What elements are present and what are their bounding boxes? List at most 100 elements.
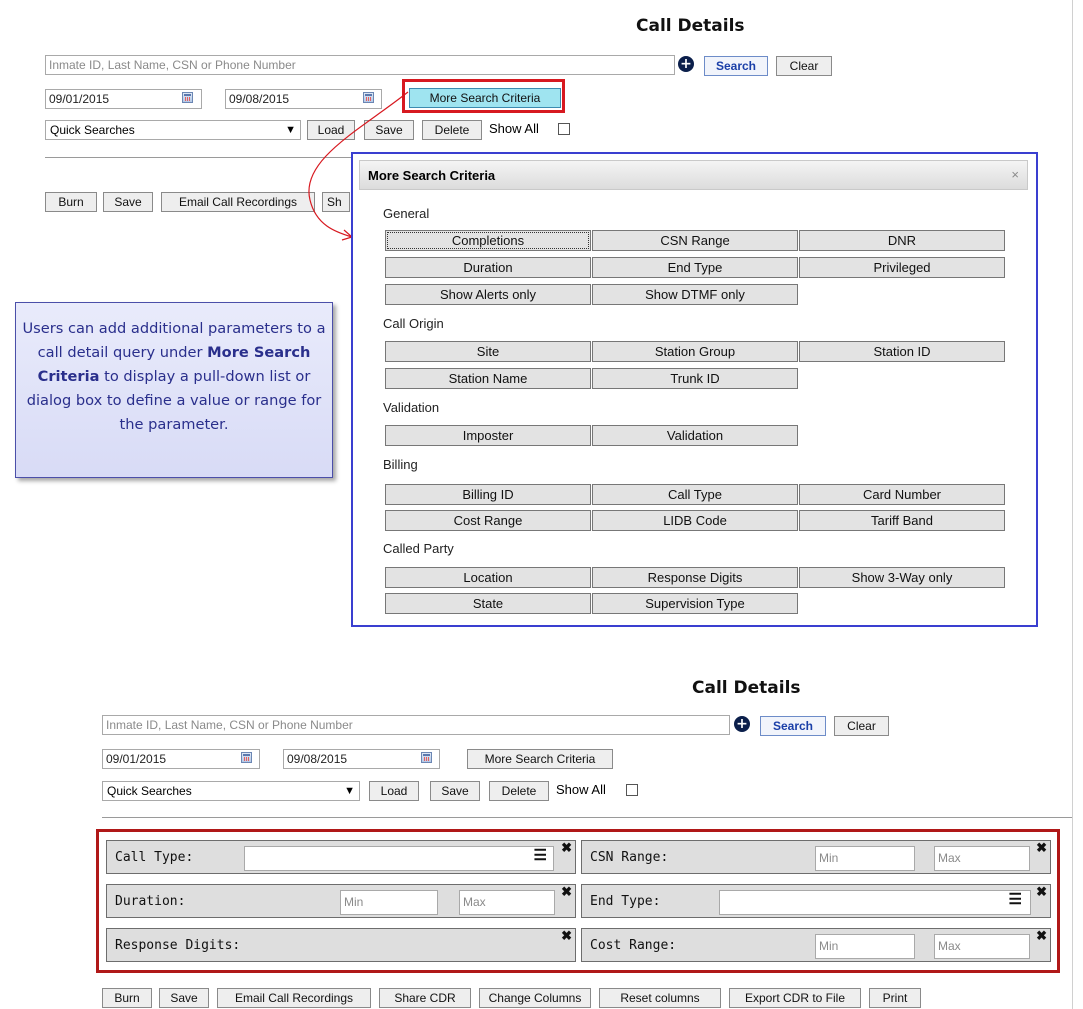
search-button[interactable]: Search [704, 56, 768, 76]
burn-button[interactable]: Burn [102, 988, 152, 1008]
filter-cost-range: Cost Range: Min Max ✖ [581, 928, 1051, 962]
calendar-icon[interactable] [182, 92, 193, 103]
remove-icon[interactable]: ✖ [561, 884, 572, 900]
quick-searches-select[interactable]: Quick Searches ▼ [102, 781, 360, 801]
cost-max-input[interactable]: Max [934, 934, 1030, 959]
highlight-box [402, 79, 565, 113]
search-input[interactable]: Inmate ID, Last Name, CSN or Phone Numbe… [102, 715, 730, 735]
remove-icon[interactable]: ✖ [1036, 840, 1047, 856]
divider [102, 817, 1072, 818]
section-validation: Validation [383, 400, 440, 415]
more-search-criteria-button[interactable]: More Search Criteria [467, 749, 613, 769]
criteria-response-digits[interactable]: Response Digits [592, 567, 798, 588]
plus-circle-icon[interactable]: + [678, 56, 694, 72]
section-general: General [383, 206, 430, 221]
end-date-input[interactable]: 09/08/2015 [283, 749, 440, 769]
duration-max-input[interactable]: Max [459, 890, 555, 915]
calendar-icon[interactable] [421, 752, 432, 763]
clear-button[interactable]: Clear [776, 56, 832, 76]
export-cdr-button[interactable]: Export CDR to File [729, 988, 861, 1008]
search-button[interactable]: Search [760, 716, 826, 736]
calendar-icon[interactable] [241, 752, 252, 763]
delete-button[interactable]: Delete [422, 120, 482, 140]
plus-circle-icon[interactable]: + [734, 716, 750, 732]
criteria-station-name[interactable]: Station Name [385, 368, 591, 389]
change-columns-button[interactable]: Change Columns [479, 988, 591, 1008]
show-all-checkbox[interactable] [626, 784, 638, 796]
start-date-input[interactable]: 09/01/2015 [45, 89, 202, 109]
save-button[interactable]: Save [103, 192, 153, 212]
filter-label: CSN Range: [590, 850, 669, 865]
criteria-cost-range[interactable]: Cost Range [385, 510, 591, 531]
csn-min-input[interactable]: Min [815, 846, 915, 871]
criteria-show-dtmf-only[interactable]: Show DTMF only [592, 284, 798, 305]
criteria-csn-range[interactable]: CSN Range [592, 230, 798, 251]
remove-icon[interactable]: ✖ [1036, 928, 1047, 944]
email-call-recordings-button[interactable]: Email Call Recordings [217, 988, 371, 1008]
show-all-label: Show All [556, 782, 606, 797]
filter-csn-range: CSN Range: Min Max ✖ [581, 840, 1051, 874]
remove-icon[interactable]: ✖ [1036, 884, 1047, 900]
load-button[interactable]: Load [369, 781, 419, 801]
cost-min-input[interactable]: Min [815, 934, 915, 959]
criteria-dnr[interactable]: DNR [799, 230, 1005, 251]
list-icon[interactable]: ☰ [1009, 890, 1022, 908]
criteria-station-group[interactable]: Station Group [592, 341, 798, 362]
search-input[interactable]: Inmate ID, Last Name, CSN or Phone Numbe… [45, 55, 675, 75]
remove-icon[interactable]: ✖ [561, 840, 572, 856]
filter-label: End Type: [590, 894, 661, 909]
page-edge [1072, 0, 1073, 1009]
section-billing: Billing [383, 457, 418, 472]
criteria-call-type[interactable]: Call Type [592, 484, 798, 505]
criteria-imposter[interactable]: Imposter [385, 425, 591, 446]
criteria-trunk-id[interactable]: Trunk ID [592, 368, 798, 389]
criteria-end-type[interactable]: End Type [592, 257, 798, 278]
criteria-billing-id[interactable]: Billing ID [385, 484, 591, 505]
criteria-show-alerts-only[interactable]: Show Alerts only [385, 284, 591, 305]
delete-button[interactable]: Delete [489, 781, 549, 801]
chevron-down-icon: ▼ [344, 785, 355, 797]
criteria-card-number[interactable]: Card Number [799, 484, 1005, 505]
quick-searches-value: Quick Searches [107, 784, 192, 798]
call-type-input[interactable] [244, 846, 554, 871]
more-search-criteria-dialog: More Search Criteria × General Completio… [351, 152, 1038, 627]
filter-label: Duration: [115, 894, 186, 909]
burn-button[interactable]: Burn [45, 192, 97, 212]
criteria-site[interactable]: Site [385, 341, 591, 362]
end-type-input[interactable] [719, 890, 1031, 915]
criteria-tariff-band[interactable]: Tariff Band [799, 510, 1005, 531]
list-icon[interactable]: ☰ [534, 846, 547, 864]
csn-max-input[interactable]: Max [934, 846, 1030, 871]
clear-button[interactable]: Clear [834, 716, 889, 736]
email-call-recordings-button[interactable]: Email Call Recordings [161, 192, 315, 212]
remove-icon[interactable]: ✖ [561, 928, 572, 944]
filter-label: Response Digits: [115, 938, 241, 953]
section-call-origin: Call Origin [383, 316, 444, 331]
filter-end-type: End Type: ☰ ✖ [581, 884, 1051, 918]
share-cdr-button[interactable]: Share CDR [379, 988, 471, 1008]
filter-label: Call Type: [115, 850, 194, 865]
dialog-title: More Search Criteria [368, 168, 496, 183]
save-button[interactable]: Save [430, 781, 480, 801]
quick-searches-select[interactable]: Quick Searches ▼ [45, 120, 301, 140]
criteria-completions[interactable]: Completions [385, 230, 591, 251]
reset-columns-button[interactable]: Reset columns [599, 988, 721, 1008]
criteria-lidb-code[interactable]: LIDB Code [592, 510, 798, 531]
criteria-state[interactable]: State [385, 593, 591, 614]
show-all-checkbox[interactable] [558, 123, 570, 135]
duration-min-input[interactable]: Min [340, 890, 438, 915]
section-called-party: Called Party [383, 541, 454, 556]
print-button[interactable]: Print [869, 988, 921, 1008]
close-icon[interactable]: × [1011, 167, 1019, 182]
criteria-location[interactable]: Location [385, 567, 591, 588]
criteria-station-id[interactable]: Station ID [799, 341, 1005, 362]
save-button[interactable]: Save [159, 988, 209, 1008]
criteria-duration[interactable]: Duration [385, 257, 591, 278]
filter-duration: Duration: Min Max ✖ [106, 884, 576, 918]
criteria-privileged[interactable]: Privileged [799, 257, 1005, 278]
filter-label: Cost Range: [590, 938, 677, 953]
criteria-supervision-type[interactable]: Supervision Type [592, 593, 798, 614]
criteria-show-3-way-only[interactable]: Show 3-Way only [799, 567, 1005, 588]
start-date-input[interactable]: 09/01/2015 [102, 749, 260, 769]
criteria-validation[interactable]: Validation [592, 425, 798, 446]
